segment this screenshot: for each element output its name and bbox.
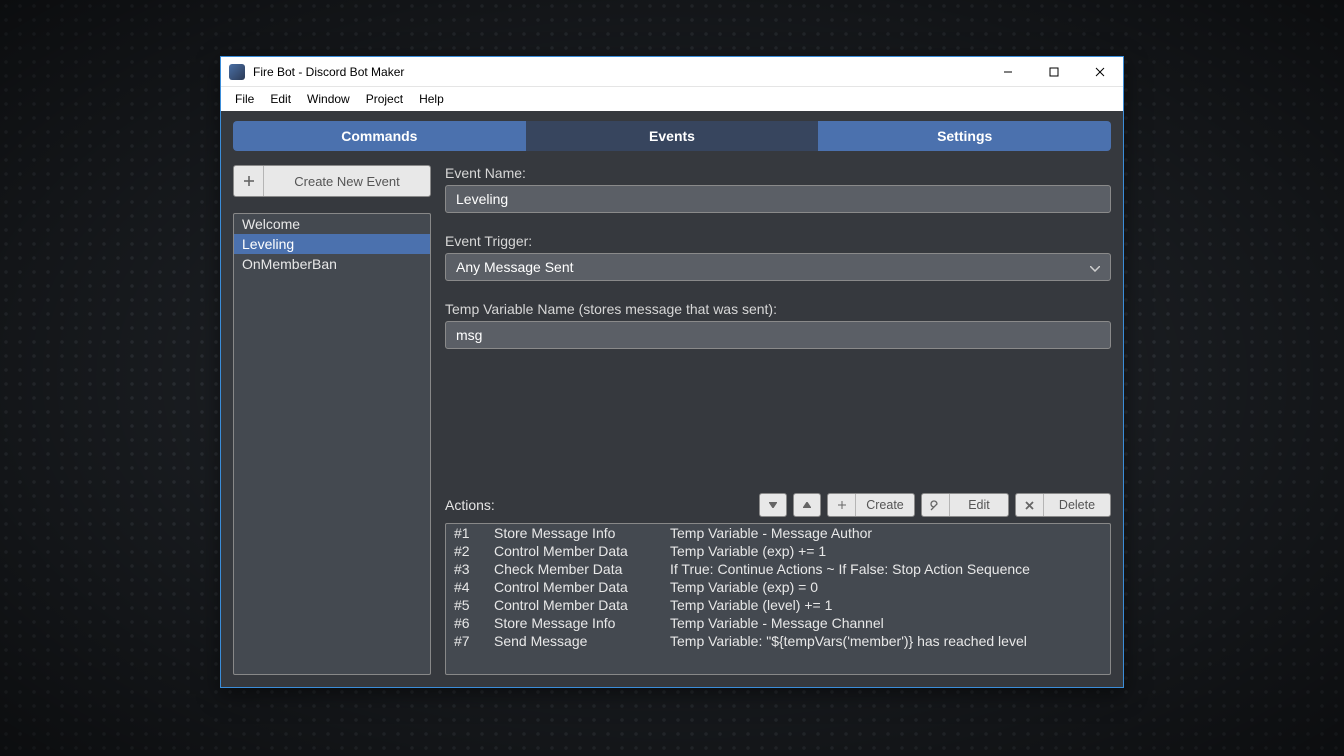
action-row[interactable]: #3Check Member DataIf True: Continue Act… — [446, 560, 1110, 578]
temp-var-label: Temp Variable Name (stores message that … — [445, 301, 1111, 317]
event-trigger-label: Event Trigger: — [445, 233, 1111, 249]
menu-project[interactable]: Project — [358, 90, 411, 108]
close-icon — [1016, 494, 1044, 516]
action-row-detail: Temp Variable - Message Author — [670, 525, 1110, 541]
tab-events[interactable]: Events — [526, 121, 819, 151]
action-row-number: #1 — [446, 525, 494, 541]
action-row-name: Store Message Info — [494, 615, 670, 631]
action-row-detail: Temp Variable: "${tempVars('member')} ha… — [670, 633, 1110, 649]
menu-edit[interactable]: Edit — [262, 90, 299, 108]
action-row-number: #7 — [446, 633, 494, 649]
actions-label: Actions: — [445, 497, 759, 513]
menubar: File Edit Window Project Help — [221, 87, 1123, 111]
actions-table[interactable]: #1Store Message InfoTemp Variable - Mess… — [445, 523, 1111, 675]
action-row-detail: Temp Variable - Message Channel — [670, 615, 1110, 631]
app-window: Fire Bot - Discord Bot Maker File Edit W… — [220, 56, 1124, 688]
event-name-value: Leveling — [456, 191, 508, 207]
action-row-number: #5 — [446, 597, 494, 613]
action-row-name: Control Member Data — [494, 543, 670, 559]
window-title: Fire Bot - Discord Bot Maker — [253, 65, 404, 79]
temp-var-input[interactable]: msg — [445, 321, 1111, 349]
create-new-event-button[interactable]: Create New Event — [233, 165, 431, 197]
wrench-icon — [922, 494, 950, 516]
event-trigger-select[interactable]: Any Message Sent — [445, 253, 1111, 281]
event-editor: Event Name: Leveling Event Trigger: Any … — [445, 165, 1111, 675]
main-tabs: Commands Events Settings — [233, 121, 1111, 151]
action-move-up-button[interactable] — [793, 493, 821, 517]
event-trigger-value: Any Message Sent — [456, 259, 574, 275]
action-row-name: Check Member Data — [494, 561, 670, 577]
action-row-detail: If True: Continue Actions ~ If False: St… — [670, 561, 1110, 577]
action-row[interactable]: #4Control Member DataTemp Variable (exp)… — [446, 578, 1110, 596]
action-delete-button[interactable]: Delete — [1015, 493, 1111, 517]
action-row-detail: Temp Variable (exp) = 0 — [670, 579, 1110, 595]
plus-icon — [828, 494, 856, 516]
menu-file[interactable]: File — [227, 90, 262, 108]
action-row-name: Control Member Data — [494, 579, 670, 595]
action-row-name: Store Message Info — [494, 525, 670, 541]
menu-window[interactable]: Window — [299, 90, 358, 108]
event-list-item[interactable]: OnMemberBan — [234, 254, 430, 274]
action-row-detail: Temp Variable (level) += 1 — [670, 597, 1110, 613]
action-create-button[interactable]: Create — [827, 493, 915, 517]
tab-settings[interactable]: Settings — [818, 121, 1111, 151]
create-new-event-label: Create New Event — [264, 174, 430, 189]
app-icon — [229, 64, 245, 80]
close-button[interactable] — [1077, 57, 1123, 87]
action-row-name: Send Message — [494, 633, 670, 649]
action-row[interactable]: #2Control Member DataTemp Variable (exp)… — [446, 542, 1110, 560]
action-edit-button[interactable]: Edit — [921, 493, 1009, 517]
action-row-number: #3 — [446, 561, 494, 577]
tab-commands[interactable]: Commands — [233, 121, 526, 151]
event-list: WelcomeLevelingOnMemberBan — [233, 213, 431, 675]
action-row-detail: Temp Variable (exp) += 1 — [670, 543, 1110, 559]
plus-icon — [234, 166, 264, 196]
maximize-button[interactable] — [1031, 57, 1077, 87]
event-list-item[interactable]: Leveling — [234, 234, 430, 254]
event-list-item[interactable]: Welcome — [234, 214, 430, 234]
event-name-input[interactable]: Leveling — [445, 185, 1111, 213]
titlebar: Fire Bot - Discord Bot Maker — [221, 57, 1123, 87]
action-delete-label: Delete — [1044, 498, 1110, 512]
action-row[interactable]: #6Store Message InfoTemp Variable - Mess… — [446, 614, 1110, 632]
action-move-down-button[interactable] — [759, 493, 787, 517]
menu-help[interactable]: Help — [411, 90, 452, 108]
app-body: Commands Events Settings Create New Even… — [221, 111, 1123, 687]
action-row[interactable]: #1Store Message InfoTemp Variable - Mess… — [446, 524, 1110, 542]
temp-var-value: msg — [456, 327, 482, 343]
event-name-label: Event Name: — [445, 165, 1111, 181]
action-row[interactable]: #7Send MessageTemp Variable: "${tempVars… — [446, 632, 1110, 650]
action-row[interactable]: #5Control Member DataTemp Variable (leve… — [446, 596, 1110, 614]
action-row-number: #4 — [446, 579, 494, 595]
action-row-number: #6 — [446, 615, 494, 631]
minimize-button[interactable] — [985, 57, 1031, 87]
action-edit-label: Edit — [950, 498, 1008, 512]
sidebar: Create New Event WelcomeLevelingOnMember… — [233, 165, 431, 675]
action-row-name: Control Member Data — [494, 597, 670, 613]
actions-header: Actions: Create — [445, 493, 1111, 517]
action-create-label: Create — [856, 498, 914, 512]
chevron-down-icon — [1090, 259, 1100, 275]
action-row-number: #2 — [446, 543, 494, 559]
